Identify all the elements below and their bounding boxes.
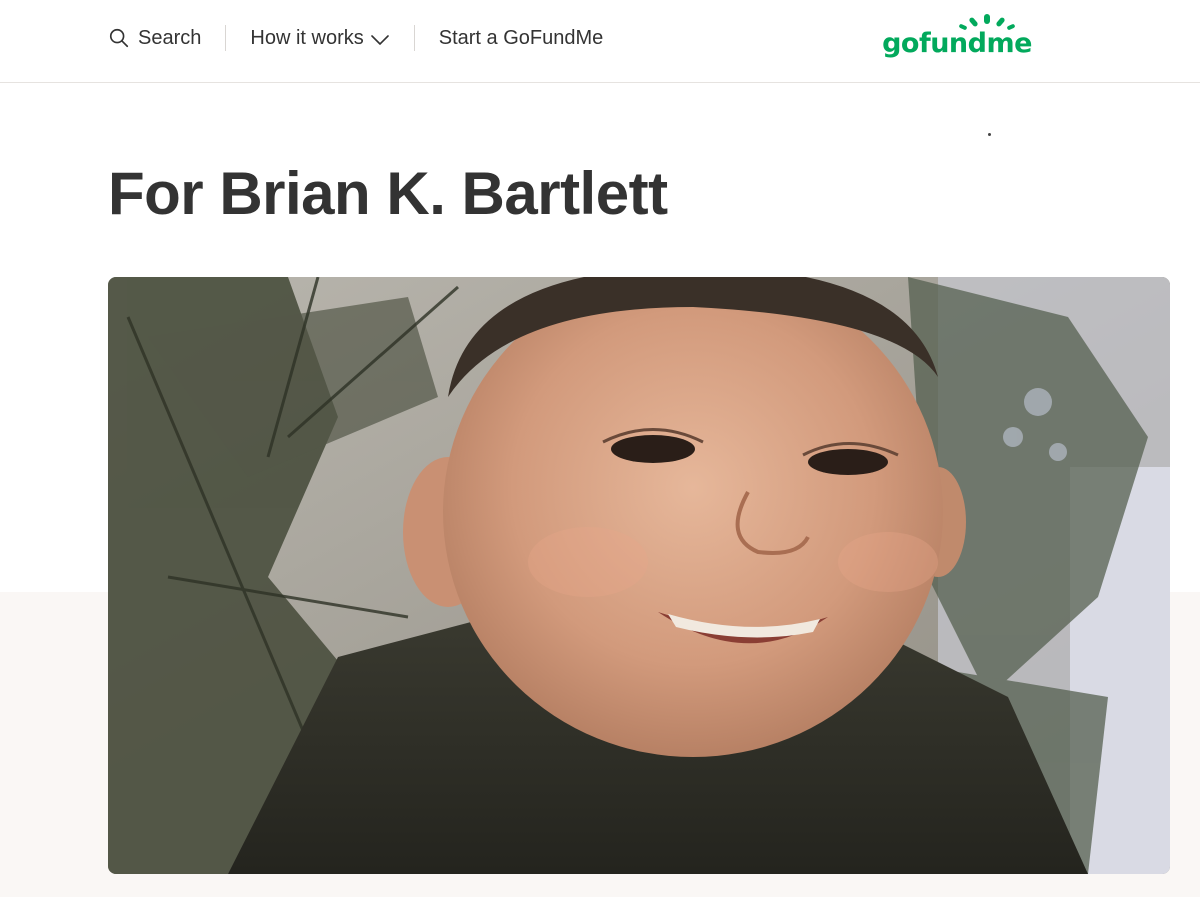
hero-photo-illustration	[108, 277, 1170, 874]
nav-divider	[413, 25, 415, 51]
campaign-title: For Brian K. Bartlett	[108, 160, 668, 227]
search-icon	[109, 28, 129, 48]
chevron-down-icon	[370, 35, 389, 45]
search-label: Search	[138, 26, 202, 49]
campaign-hero-photo[interactable]	[108, 277, 1170, 874]
logo-wordmark: gofundme	[882, 28, 1032, 59]
start-gofundme-link[interactable]: Start a GoFundMe	[439, 22, 604, 54]
search-button[interactable]: Search	[108, 22, 201, 54]
decorative-dot	[988, 133, 991, 136]
main-nav: Search How it works Start a GoFundMe	[108, 22, 603, 54]
top-navigation-bar: Search How it works Start a GoFundMe gof…	[0, 0, 1200, 83]
nav-divider	[225, 25, 227, 51]
how-it-works-dropdown[interactable]: How it works	[250, 22, 389, 54]
how-it-works-label: How it works	[250, 26, 364, 49]
gofundme-logo[interactable]: gofundme	[872, 12, 1042, 68]
campaign-page: Search How it works Start a GoFundMe gof…	[0, 0, 1200, 897]
